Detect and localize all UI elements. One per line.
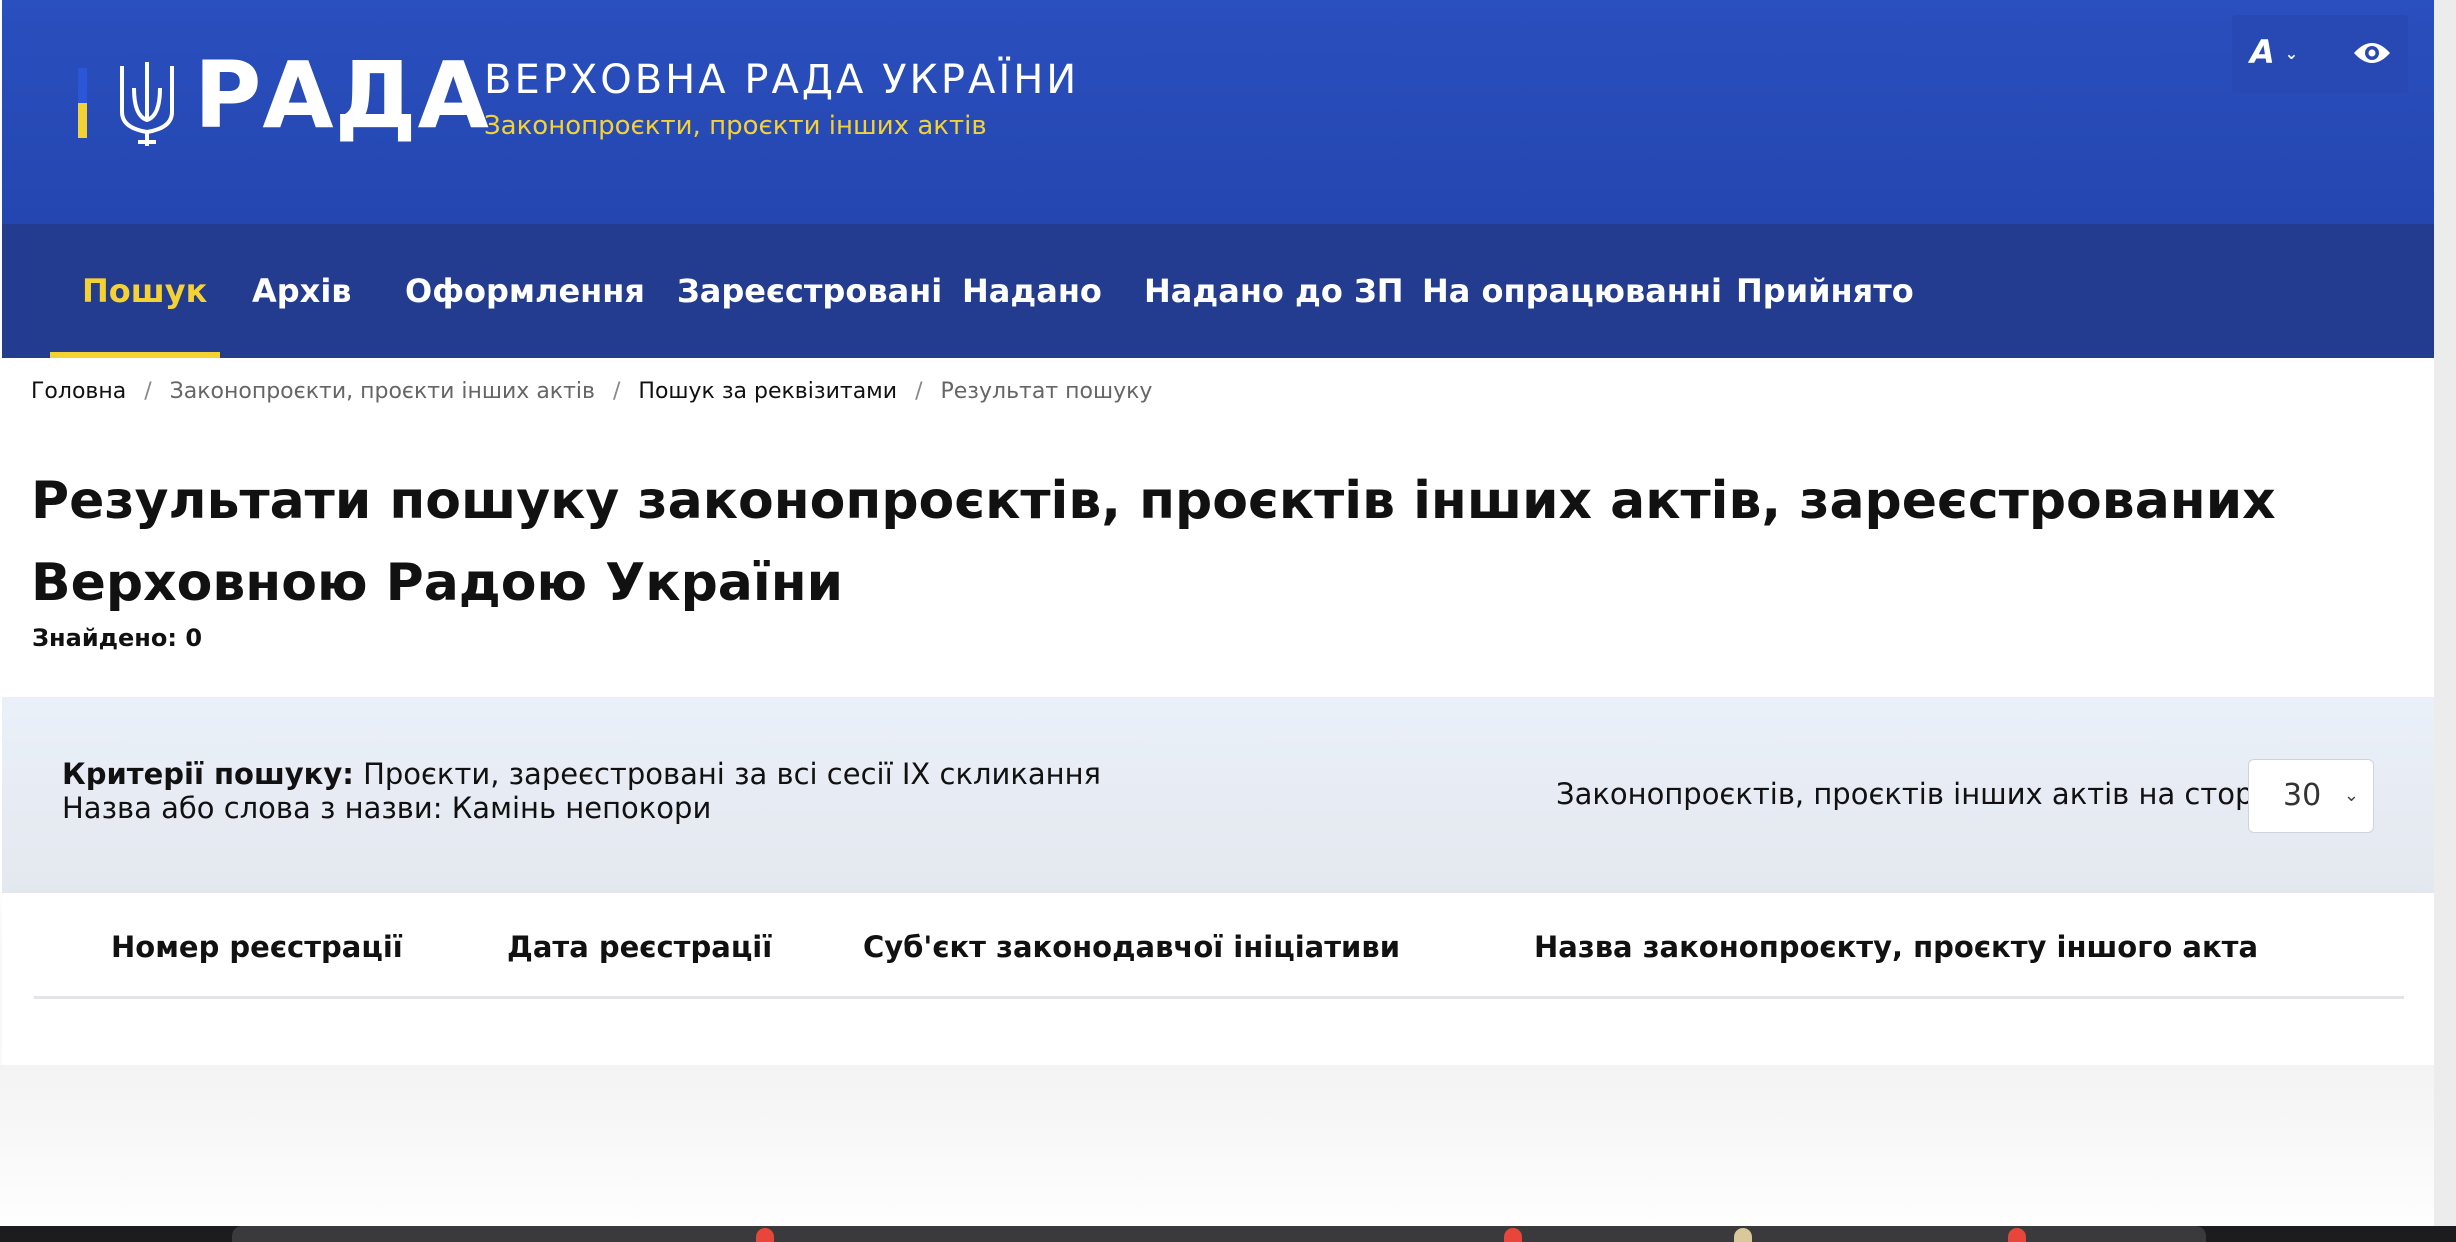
window-edge <box>2434 0 2456 1242</box>
nav-item-submitted[interactable]: Надано <box>962 224 1102 358</box>
accessibility-panel: A ⌄ <box>2232 15 2408 93</box>
chevron-down-icon: ⌄ <box>2343 785 2359 806</box>
criteria-value: Проєкти, зареєстровані за всі сесії IX с… <box>363 757 1101 791</box>
column-header-reg-date[interactable]: Дата реєстрації <box>507 927 772 967</box>
breadcrumb-separator: / <box>144 379 152 404</box>
org-subtitle: Законопроєкти, проєкти інших актів <box>484 111 987 141</box>
breadcrumb-bills[interactable]: Законопроєкти, проєкти інших актів <box>170 374 595 410</box>
org-title: ВЕРХОВНА РАДА УКРАЇНИ <box>484 57 1080 103</box>
nav-item-submitted-to-plenary[interactable]: Надано до ЗП <box>1144 224 1404 358</box>
trident-icon[interactable] <box>114 58 180 150</box>
criteria-name-line: Назва або слова з назви: Камінь непокори <box>62 791 712 825</box>
main-nav: Пошук Архів Оформлення Зареєстровані Над… <box>2 224 2434 358</box>
nav-item-adopted[interactable]: Прийнято <box>1736 224 1914 358</box>
criteria-line: Критерії пошуку: Проєкти, зареєстровані … <box>62 757 1101 791</box>
breadcrumb-separator: / <box>612 379 621 404</box>
site-logo-text[interactable]: РАДА <box>194 40 490 152</box>
flag-bar <box>78 68 87 138</box>
dock-app-icon[interactable] <box>1504 1228 1522 1242</box>
font-size-label: A <box>2250 33 2275 71</box>
active-tab-indicator <box>50 352 220 358</box>
dock-app-icon[interactable] <box>756 1228 774 1242</box>
breadcrumb-search-by-details[interactable]: Пошук за реквізитами <box>638 374 897 410</box>
breadcrumb-home[interactable]: Головна <box>31 374 126 410</box>
dock-app-icon[interactable] <box>1734 1228 1752 1242</box>
results-count: Знайдено: 0 <box>32 624 203 652</box>
per-page-label: Законопроєктів, проєктів інших актів на … <box>1556 777 2309 811</box>
per-page-select[interactable]: 30 ⌄ <box>2248 759 2374 833</box>
search-criteria-panel: Критерії пошуку: Проєкти, зареєстровані … <box>2 697 2434 893</box>
per-page-value: 30 <box>2283 778 2322 813</box>
nav-item-in-processing[interactable]: На опрацюванні <box>1422 224 1722 358</box>
nav-item-search[interactable]: Пошук <box>82 224 207 358</box>
site-header: РАДА ВЕРХОВНА РАДА УКРАЇНИ Законопроєкти… <box>2 0 2434 224</box>
nav-item-archive[interactable]: Архів <box>252 224 352 358</box>
search-criteria: Критерії пошуку: Проєкти, зареєстровані … <box>62 757 1101 825</box>
column-header-initiator[interactable]: Суб'єкт законодавчої ініціативи <box>863 927 1400 967</box>
page-title: Результати пошуку законопроєктів, проєкт… <box>31 471 2276 613</box>
dock <box>232 1226 2206 1242</box>
table-header-divider <box>34 996 2404 999</box>
breadcrumb: Головна / Законопроєкти, проєкти інших акт… <box>31 374 1152 410</box>
font-size-toggle[interactable]: A ⌄ <box>2250 29 2320 75</box>
dock-app-icon[interactable] <box>2008 1228 2026 1242</box>
nav-item-drafting[interactable]: Оформлення <box>405 224 645 358</box>
breadcrumb-separator: / <box>915 379 923 404</box>
eye-icon[interactable] <box>2352 39 2392 67</box>
nav-item-registered[interactable]: Зареєстровані <box>677 224 942 358</box>
breadcrumb-current: Результат пошуку <box>940 379 1153 404</box>
chevron-down-icon: ⌄ <box>2284 44 2299 63</box>
page-footer-area <box>0 1065 2456 1242</box>
criteria-label: Критерії пошуку: <box>62 757 354 791</box>
column-header-reg-number[interactable]: Номер реєстрації <box>111 927 403 967</box>
results-table: Номер реєстрації Дата реєстрації Суб'єкт… <box>2 893 2434 1065</box>
column-header-bill-title[interactable]: Назва законопроєкту, проєкту іншого акта <box>1534 927 2258 967</box>
